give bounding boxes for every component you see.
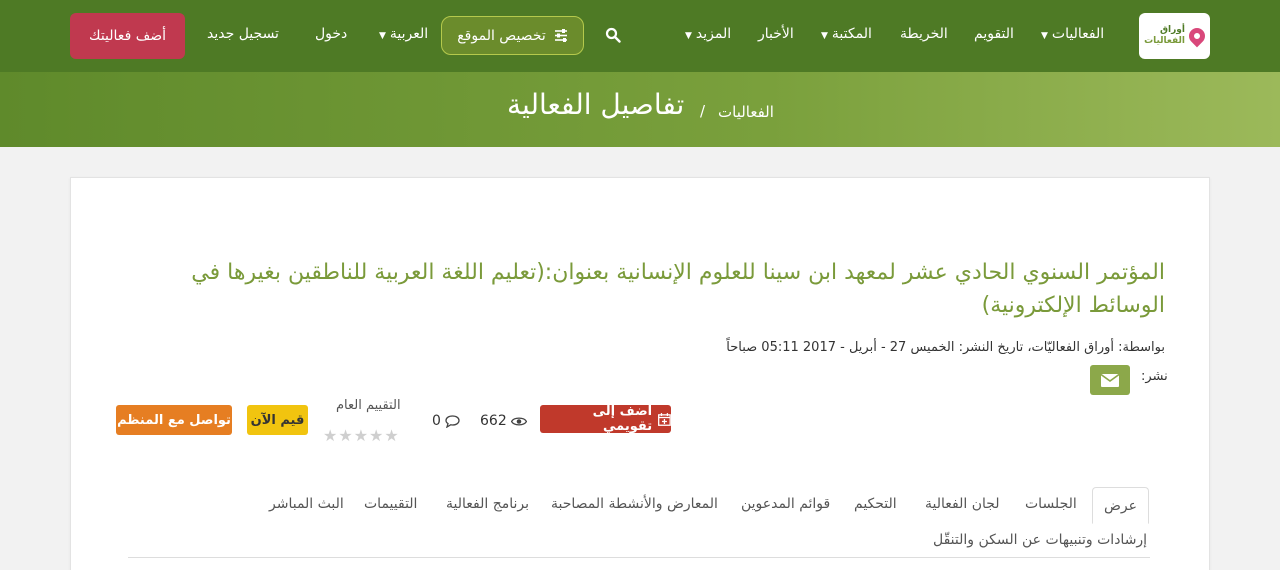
- share-email-button[interactable]: [1090, 365, 1130, 395]
- caret-down-icon: ▼: [685, 31, 692, 41]
- contact-organizer-button[interactable]: تواصل مع المنظم: [116, 405, 232, 435]
- customize-site-button[interactable]: تخصيص الموقع: [441, 16, 584, 55]
- sliders-icon: [554, 29, 567, 42]
- envelope-icon: [1101, 373, 1119, 387]
- comment-icon: [445, 414, 460, 428]
- tab-committees[interactable]: لجان الفعالية: [925, 496, 1000, 512]
- caret-down-icon: ▼: [379, 31, 386, 41]
- caret-down-icon: ▼: [821, 31, 828, 41]
- comments-count: 0: [432, 413, 460, 429]
- tab-invitees[interactable]: قوائم المدعوين: [741, 496, 830, 512]
- nav-events[interactable]: الفعاليات▼: [1041, 26, 1104, 42]
- breadcrumb-events-link[interactable]: الفعاليات: [718, 103, 774, 121]
- nav-more[interactable]: المزيد▼: [685, 26, 731, 42]
- add-event-button[interactable]: أضف فعاليتك: [70, 13, 185, 59]
- map-pin-icon: [1185, 24, 1209, 48]
- tab-judging[interactable]: التحكيم: [854, 496, 897, 512]
- tab-live-stream[interactable]: البث المباشر: [269, 496, 344, 512]
- caret-down-icon: ▼: [1041, 31, 1048, 41]
- rate-now-button[interactable]: قيم الآن: [247, 405, 308, 435]
- nav-register[interactable]: تسجيل جديد: [207, 26, 279, 42]
- tabs-divider: [128, 557, 1150, 558]
- tab-housing-guidelines[interactable]: إرشادات وتنبيهات عن السكن والتنقّل: [933, 532, 1147, 548]
- event-meta: بواسطة: أوراق الفعاليّات، تاريخ النشر: ا…: [726, 340, 1165, 355]
- star-icon: ★: [369, 426, 384, 445]
- search-icon[interactable]: [605, 27, 621, 43]
- tab-view[interactable]: عرض: [1092, 487, 1149, 524]
- star-icon: ★: [384, 426, 399, 445]
- event-title: المؤتمر السنوي الحادي عشر لمعهد ابن سينا…: [191, 260, 1165, 318]
- calendar-plus-icon: [658, 412, 671, 426]
- tab-exhibitions[interactable]: المعارض والأنشطة المصاحبة: [551, 496, 718, 512]
- breadcrumb-separator: /: [700, 102, 706, 120]
- add-to-calendar-button[interactable]: أضف إلى تقويمي: [540, 404, 671, 434]
- tab-program[interactable]: برنامج الفعالية: [446, 496, 529, 512]
- nav-login[interactable]: دخول: [315, 26, 347, 42]
- star-icon: ★: [338, 426, 353, 445]
- share-label: نشر:: [1141, 369, 1168, 384]
- nav-language[interactable]: العربية▼: [379, 26, 428, 42]
- tab-reviews[interactable]: التقييمات: [364, 496, 417, 512]
- page-title: تفاصيل الفعالية: [507, 88, 685, 121]
- tab-sessions[interactable]: الجلسات: [1025, 496, 1077, 512]
- nav-library[interactable]: المكتبة▼: [821, 26, 872, 42]
- site-logo[interactable]: أوراق الفعاليات: [1139, 13, 1210, 59]
- views-count: 662: [480, 413, 527, 429]
- star-icon: ★: [323, 426, 338, 445]
- nav-map[interactable]: الخريطة: [900, 26, 948, 42]
- nav-news[interactable]: الأخبار: [758, 26, 794, 42]
- logo-text-line1: أوراق: [1159, 25, 1185, 35]
- nav-calendar[interactable]: التقويم: [974, 26, 1014, 42]
- rating-stars: ★ ★ ★ ★ ★: [323, 428, 399, 444]
- eye-icon: [510, 416, 527, 426]
- star-icon: ★: [353, 426, 369, 445]
- rating-label: التقييم العام: [336, 398, 401, 413]
- logo-text-line2: الفعاليات: [1144, 36, 1185, 46]
